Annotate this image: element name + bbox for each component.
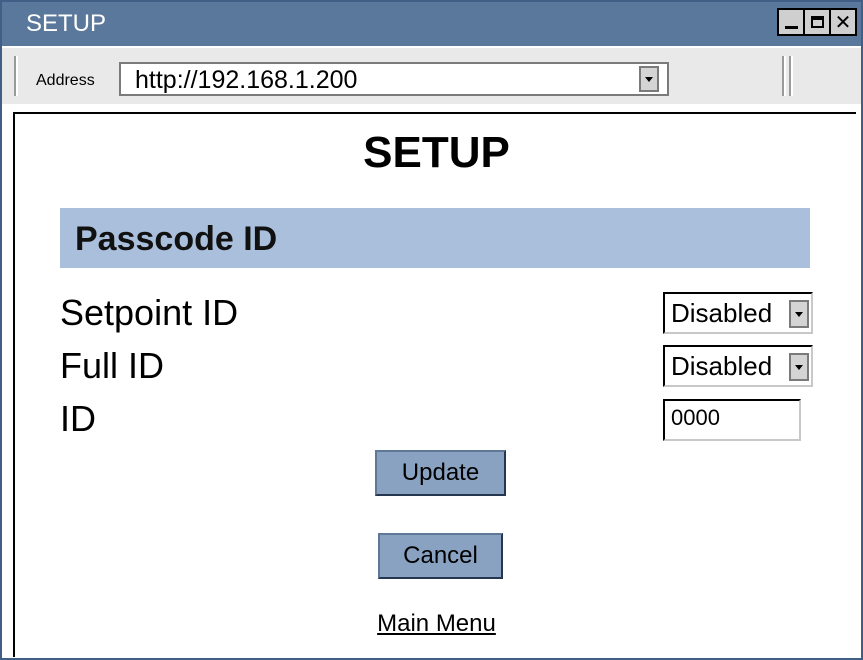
full-id-label: Full ID bbox=[60, 345, 165, 386]
browser-window: SETUP ✕ Address http://192.168.1.200 SET… bbox=[0, 0, 863, 660]
maximize-icon bbox=[810, 16, 824, 28]
toolbar-grip-mid[interactable] bbox=[782, 56, 786, 96]
address-input[interactable]: http://192.168.1.200 bbox=[119, 62, 669, 96]
setpoint-id-select[interactable]: Disabled bbox=[663, 292, 813, 334]
minimize-button[interactable] bbox=[777, 8, 805, 36]
id-input[interactable]: 0000 bbox=[663, 399, 801, 441]
section-header: Passcode ID bbox=[60, 208, 810, 268]
title-bar: SETUP ✕ bbox=[2, 2, 861, 46]
close-button[interactable]: ✕ bbox=[829, 8, 857, 36]
address-toolbar: Address http://192.168.1.200 bbox=[2, 46, 861, 104]
setpoint-id-value: Disabled bbox=[671, 298, 773, 328]
update-button[interactable]: Update bbox=[375, 450, 506, 496]
cancel-button[interactable]: Cancel bbox=[378, 533, 503, 579]
maximize-button[interactable] bbox=[803, 8, 831, 36]
id-input-value: 0000 bbox=[671, 405, 720, 430]
page-title: SETUP bbox=[363, 128, 510, 177]
address-url: http://192.168.1.200 bbox=[135, 66, 358, 94]
page-content: SETUP Passcode ID Setpoint ID Disabled F… bbox=[13, 112, 856, 657]
toolbar-grip-right[interactable] bbox=[789, 56, 793, 96]
address-label: Address bbox=[36, 72, 95, 89]
setpoint-id-label: Setpoint ID bbox=[60, 292, 239, 333]
toolbar-grip-left[interactable] bbox=[14, 56, 18, 96]
full-id-value: Disabled bbox=[671, 351, 773, 381]
address-dropdown-button[interactable] bbox=[639, 66, 659, 92]
full-id-select[interactable]: Disabled bbox=[663, 345, 813, 387]
full-id-dropdown-button[interactable] bbox=[789, 353, 809, 381]
section-title: Passcode ID bbox=[75, 220, 278, 258]
main-menu-link[interactable]: Main Menu bbox=[15, 610, 858, 638]
close-icon: ✕ bbox=[834, 10, 852, 34]
chevron-down-icon bbox=[795, 364, 803, 370]
setpoint-id-dropdown-button[interactable] bbox=[789, 300, 809, 328]
id-label: ID bbox=[60, 398, 96, 439]
minimize-icon bbox=[785, 26, 798, 29]
chevron-down-icon bbox=[795, 311, 803, 317]
window-controls: ✕ bbox=[777, 8, 857, 36]
window-title: SETUP bbox=[26, 10, 107, 37]
chevron-down-icon bbox=[645, 76, 653, 82]
